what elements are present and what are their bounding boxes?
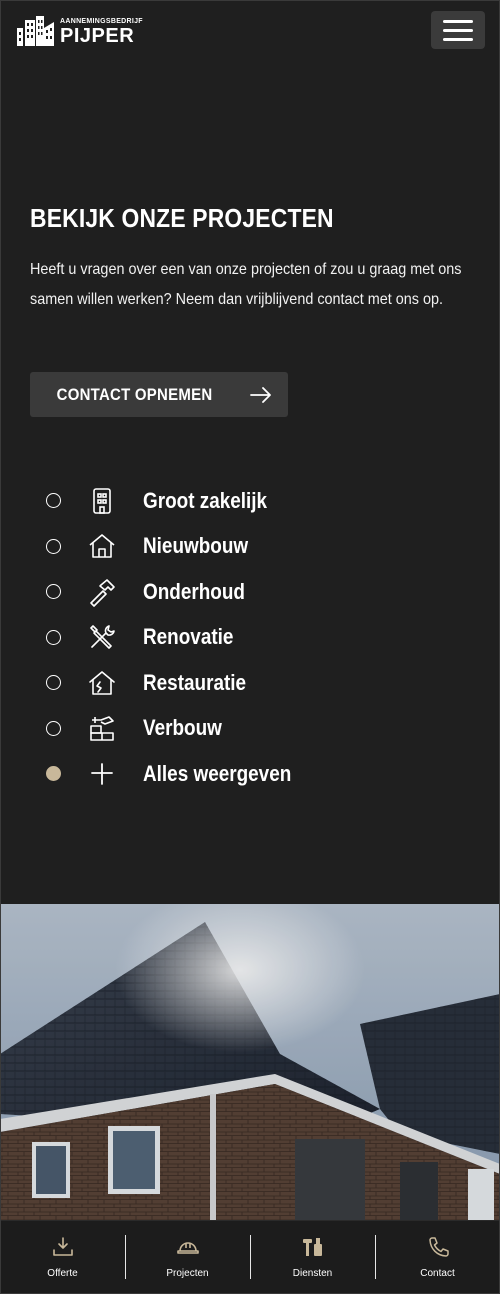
intro-text: Heeft u vragen over een van onze project…	[30, 261, 462, 308]
nav-item-diensten[interactable]: Diensten	[250, 1221, 375, 1294]
hammer-brush-icon	[302, 1238, 322, 1256]
contact-button-label: CONTACT OPNEMEN	[57, 384, 213, 404]
download-tray-icon	[52, 1237, 73, 1256]
bricks-trowel-icon	[90, 716, 114, 742]
hamburger-line	[443, 19, 473, 23]
contact-button[interactable]: CONTACT OPNEMEN	[30, 372, 288, 417]
filter-item-renovatie[interactable]: Renovatie	[46, 615, 315, 661]
filter-item-alles[interactable]: Alles weergeven	[46, 751, 315, 797]
project-filter-list: Groot zakelijk Nieuwbouw Onderhoud Renov…	[46, 478, 315, 797]
house-restore-icon	[89, 670, 115, 695]
nav-label: Contact	[420, 1268, 455, 1279]
nav-item-projecten[interactable]: Projecten	[125, 1221, 250, 1294]
filter-label: Onderhoud	[143, 578, 245, 604]
nav-item-contact[interactable]: Contact	[375, 1221, 500, 1294]
hammer-icon	[90, 578, 115, 607]
filter-item-verbouw[interactable]: Verbouw	[46, 706, 315, 752]
nav-label: Offerte	[47, 1268, 78, 1279]
radio-button[interactable]	[46, 675, 61, 691]
nav-label: Projecten	[166, 1268, 209, 1279]
arrow-right-icon	[249, 386, 271, 403]
logo-title: PIJPER	[60, 25, 135, 47]
filter-label: Verbouw	[143, 715, 222, 741]
filter-label: Restauratie	[143, 669, 247, 695]
house-icon	[89, 534, 115, 559]
nav-label: Diensten	[292, 1268, 333, 1279]
filter-label: Alles weergeven	[143, 760, 292, 786]
building-icon	[93, 487, 111, 514]
radio-button[interactable]	[46, 584, 61, 600]
filter-label: Nieuwbouw	[143, 533, 249, 559]
bottom-navigation: Offerte Projecten Diensten Contact	[0, 1220, 500, 1294]
hard-hat-icon	[176, 1242, 199, 1254]
page-title: BEKIJK ONZE PROJECTEN	[30, 203, 334, 233]
radio-button[interactable]	[46, 493, 61, 509]
filter-label: Renovatie	[143, 624, 234, 650]
plus-icon	[91, 762, 113, 785]
building-logo-icon	[17, 16, 54, 46]
radio-button[interactable]	[46, 629, 61, 645]
logo[interactable]: AANNEMINGSBEDRIJF PIJPER	[14, 14, 143, 46]
radio-button[interactable]	[46, 538, 61, 554]
filter-item-nieuwbouw[interactable]: Nieuwbouw	[46, 524, 315, 570]
filter-item-restauratie[interactable]: Restauratie	[46, 660, 315, 706]
phone-icon	[428, 1237, 449, 1257]
nav-item-offerte[interactable]: Offerte	[0, 1221, 125, 1294]
tools-icon	[90, 625, 115, 650]
house-roof-image	[0, 904, 500, 1234]
project-photo	[0, 904, 500, 1234]
hamburger-line	[443, 37, 473, 41]
hamburger-line	[443, 28, 473, 32]
filter-item-groot-zakelijk[interactable]: Groot zakelijk	[46, 478, 315, 524]
hamburger-menu-button[interactable]	[431, 11, 485, 49]
logo-subtitle: AANNEMINGSBEDRIJF	[60, 18, 143, 25]
radio-button[interactable]	[46, 720, 61, 736]
radio-button-selected[interactable]	[46, 766, 61, 782]
filter-label: Groot zakelijk	[143, 487, 268, 513]
filter-item-onderhoud[interactable]: Onderhoud	[46, 569, 315, 615]
